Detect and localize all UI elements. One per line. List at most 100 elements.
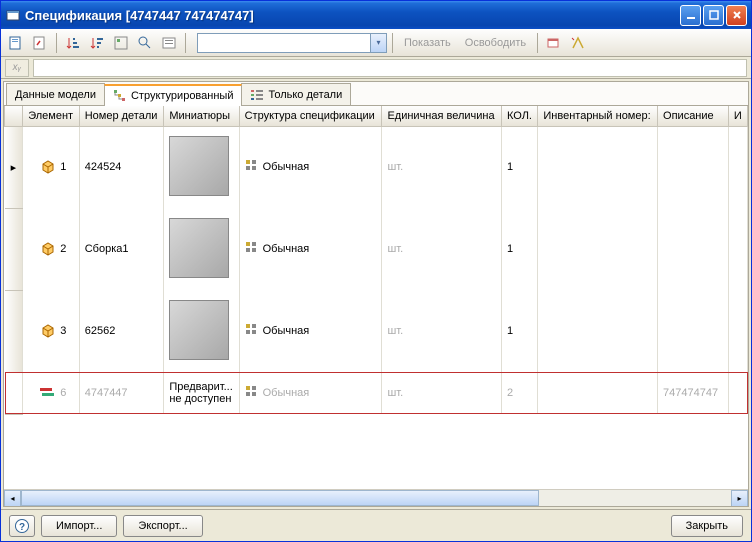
cell-partno: Сборка1 xyxy=(79,208,164,290)
table-row[interactable]: 2Сборка1Обычнаяшт.1 xyxy=(5,208,748,290)
import-button[interactable]: Импорт... xyxy=(41,515,117,537)
cell-last xyxy=(728,372,747,414)
cell-qty: 1 xyxy=(501,126,537,208)
scroll-left-button[interactable]: ◂ xyxy=(4,490,21,506)
cell-partno: 424524 xyxy=(79,126,164,208)
formula-input[interactable] xyxy=(33,59,747,77)
toolbar-btn-2[interactable] xyxy=(29,32,51,54)
cell-inv xyxy=(538,126,658,208)
fx-icon: xᵧ xyxy=(5,59,29,77)
row-indicator[interactable]: ▸ xyxy=(5,126,23,208)
toolbar-btn-9[interactable] xyxy=(567,32,589,54)
table-row[interactable]: 362562Обычнаяшт.1 xyxy=(5,290,748,372)
col-descr[interactable]: Описание xyxy=(658,106,729,126)
cell-descr xyxy=(658,208,729,290)
minimize-button[interactable] xyxy=(680,5,701,26)
cube-icon xyxy=(40,159,56,175)
tab-model-data[interactable]: Данные модели xyxy=(6,83,105,105)
close-dialog-button[interactable]: Закрыть xyxy=(671,515,743,537)
toolbar-combo[interactable]: ▾ xyxy=(197,33,387,53)
cell-struct: Обычная xyxy=(239,126,382,208)
struct-icon xyxy=(245,323,259,340)
list-icon xyxy=(250,88,264,102)
cell-unit: шт. xyxy=(382,372,502,414)
cell-unit: шт. xyxy=(382,290,502,372)
cell-element: 1 xyxy=(23,126,80,208)
scroll-right-button[interactable]: ▸ xyxy=(731,490,748,506)
col-partno[interactable]: Номер детали xyxy=(79,106,164,126)
cell-element: 6 xyxy=(23,372,80,414)
cell-qty: 2 xyxy=(501,372,537,414)
row-indicator-header[interactable] xyxy=(5,106,23,126)
row-indicator[interactable] xyxy=(5,372,23,414)
maximize-button[interactable] xyxy=(703,5,724,26)
struct-icon xyxy=(245,241,259,258)
sort-asc-button[interactable] xyxy=(62,32,84,54)
col-struct[interactable]: Структура спецификации xyxy=(239,106,382,126)
cell-element: 2 xyxy=(23,208,80,290)
content-area: Данные модели Структурированный Только д… xyxy=(3,81,749,507)
cell-descr xyxy=(658,126,729,208)
sort-desc-button[interactable] xyxy=(86,32,108,54)
tab-label: Структурированный xyxy=(131,90,234,102)
titlebar: Спецификация [4747447 747474747] xyxy=(1,1,751,29)
cell-struct: Обычная xyxy=(239,290,382,372)
chevron-down-icon: ▾ xyxy=(370,34,386,52)
cell-descr xyxy=(658,290,729,372)
grid: Элемент Номер детали Миниатюры Структура… xyxy=(4,106,748,506)
release-button[interactable]: Освободить xyxy=(459,33,532,53)
cell-partno: 4747447 xyxy=(79,372,164,414)
horizontal-scrollbar[interactable]: ◂ ▸ xyxy=(4,489,748,506)
app-icon xyxy=(5,7,21,23)
thumbnail xyxy=(169,136,229,196)
tab-parts-only[interactable]: Только детали xyxy=(241,83,351,105)
toolbar-separator xyxy=(537,33,538,53)
cell-descr: 747474747 xyxy=(658,372,729,414)
toolbar-btn-1[interactable] xyxy=(5,32,27,54)
grid-scroll[interactable]: Элемент Номер детали Миниатюры Структура… xyxy=(4,106,748,489)
table-row[interactable]: 64747447Предварит... не доступенОбычнаяш… xyxy=(5,372,748,414)
col-last[interactable]: И xyxy=(728,106,747,126)
help-button[interactable]: ? xyxy=(9,515,35,537)
col-thumb[interactable]: Миниатюры xyxy=(164,106,239,126)
toolbar-btn-6[interactable] xyxy=(134,32,156,54)
scroll-track[interactable] xyxy=(21,490,731,506)
show-button[interactable]: Показать xyxy=(398,33,457,53)
table-row[interactable]: ▸1424524Обычнаяшт.1 xyxy=(5,126,748,208)
toolbar-separator xyxy=(185,33,186,53)
col-unit[interactable]: Единичная величина xyxy=(382,106,502,126)
toolbar-btn-5[interactable] xyxy=(110,32,132,54)
footer: ? Импорт... Экспорт... Закрыть xyxy=(1,509,751,541)
tabs: Данные модели Структурированный Только д… xyxy=(4,82,748,106)
cell-inv xyxy=(538,290,658,372)
toolbar-btn-8[interactable] xyxy=(543,32,565,54)
row-indicator[interactable] xyxy=(5,208,23,290)
col-inv[interactable]: Инвентарный номер: xyxy=(538,106,658,126)
cell-inv xyxy=(538,208,658,290)
header-row: Элемент Номер детали Миниатюры Структура… xyxy=(5,106,748,126)
toolbar: ▾ Показать Освободить xyxy=(1,29,751,57)
toolbar-separator xyxy=(56,33,57,53)
window: Спецификация [4747447 747474747] ▾ Показ… xyxy=(0,0,752,542)
cell-last xyxy=(728,126,747,208)
cell-unit: шт. xyxy=(382,126,502,208)
scroll-thumb[interactable] xyxy=(21,490,539,506)
toolbar-btn-7[interactable] xyxy=(158,32,180,54)
thumbnail-unavailable: Предварит... не доступен xyxy=(169,381,232,405)
cell-last xyxy=(728,290,747,372)
cell-partno: 62562 xyxy=(79,290,164,372)
col-element[interactable]: Элемент xyxy=(23,106,80,126)
close-button[interactable] xyxy=(726,5,747,26)
window-controls xyxy=(680,5,747,26)
row-indicator[interactable] xyxy=(5,290,23,372)
formula-bar: xᵧ xyxy=(1,57,751,79)
cube-icon xyxy=(40,323,56,339)
tab-label: Только детали xyxy=(268,89,342,101)
row-type-icon xyxy=(40,386,56,401)
cell-inv xyxy=(538,372,658,414)
struct-icon xyxy=(245,159,259,176)
cube-icon xyxy=(40,241,56,257)
col-qty[interactable]: КОЛ. xyxy=(501,106,537,126)
export-button[interactable]: Экспорт... xyxy=(123,515,202,537)
tab-structured[interactable]: Структурированный xyxy=(104,84,243,106)
